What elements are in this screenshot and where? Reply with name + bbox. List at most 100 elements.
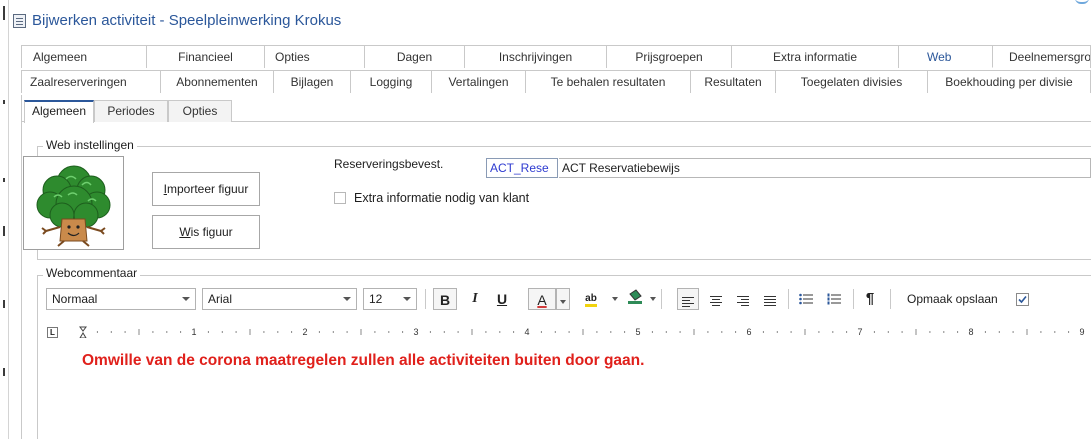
align-left-button[interactable] <box>677 288 699 310</box>
ruler-tick <box>471 329 473 335</box>
ruler-tick <box>138 329 140 335</box>
show-paragraph-marks-button[interactable]: ¶ <box>860 288 880 310</box>
background-color-button[interactable] <box>625 288 647 310</box>
tab-te-behalen-resultaten[interactable]: Te behalen resultaten <box>526 70 691 93</box>
ruler-tick <box>762 331 764 333</box>
ruler-tick <box>790 331 792 333</box>
align-right-button[interactable] <box>732 288 754 310</box>
save-format-label: Opmaak opslaan <box>907 292 998 306</box>
ruler-tick <box>235 331 237 333</box>
tab-extra-informatie[interactable]: Extra informatie <box>732 45 899 68</box>
tab-financieel[interactable]: Financieel <box>147 45 265 68</box>
italic-button[interactable]: I <box>467 288 483 310</box>
tab-inschrijvingen[interactable]: Inschrijvingen <box>465 45 607 68</box>
ruler-tick <box>873 331 875 333</box>
ruler-tick <box>513 331 515 333</box>
extra-info-label: Extra informatie nodig van klant <box>354 191 530 205</box>
ruler-track: 1 2 3 4 5 6 7 8 9 <box>79 326 1085 338</box>
ruler-tick <box>221 331 223 333</box>
tab-algemeen[interactable]: Algemeen <box>21 45 147 68</box>
edge-mark <box>3 368 5 376</box>
web-comment-editor[interactable]: Omwille van de corona maatregelen zullen… <box>42 340 1091 439</box>
bullet-list-button[interactable] <box>795 288 817 310</box>
tab-zaalreserveringen[interactable]: Zaalreserveringen <box>21 70 161 93</box>
ruler-tick <box>846 331 848 333</box>
tab-dagen[interactable]: Dagen <box>365 45 465 68</box>
edge-mark <box>3 300 5 308</box>
tab-prijsgroepen[interactable]: Prijsgroepen <box>607 45 732 68</box>
ruler-tick <box>346 331 348 333</box>
bold-button[interactable]: B <box>433 288 457 310</box>
reservation-code-field[interactable]: ACT_Rese <box>486 158 558 178</box>
font-size-select[interactable]: 12 <box>363 288 417 310</box>
edge-mark <box>3 178 5 182</box>
checkmark-icon <box>1018 295 1027 304</box>
subtab-periodes[interactable]: Periodes <box>94 100 168 122</box>
bullet-list-icon <box>799 293 813 305</box>
font-color-dropdown[interactable] <box>556 288 570 310</box>
underline-button[interactable]: U <box>493 288 511 310</box>
ruler-tick <box>166 331 168 333</box>
font-color-button[interactable]: A <box>528 288 556 310</box>
extra-info-checkbox[interactable] <box>334 192 346 204</box>
chevron-down-icon <box>403 297 411 301</box>
ruler-tick <box>277 331 279 333</box>
tab-opties[interactable]: Opties <box>265 45 365 68</box>
tab-row-secondary: Zaalreserveringen Abonnementen Bijlagen … <box>21 70 1091 93</box>
chevron-down-icon <box>182 297 190 301</box>
toolbar-separator <box>661 289 662 309</box>
ruler-tick <box>402 331 404 333</box>
tab-web[interactable]: Web <box>899 45 993 68</box>
tab-toegelaten-divisies[interactable]: Toegelaten divisies <box>776 70 928 93</box>
edge-mark <box>3 100 5 104</box>
numbered-list-button[interactable] <box>823 288 845 310</box>
subtab-algemeen[interactable]: Algemeen <box>24 100 94 123</box>
tab-logging[interactable]: Logging <box>351 70 432 93</box>
ruler-tick <box>957 331 959 333</box>
ruler-tick <box>943 331 945 333</box>
ruler-tick <box>832 331 834 333</box>
ruler-tick <box>929 331 931 333</box>
chevron-down-icon[interactable] <box>650 297 656 301</box>
paragraph-style-select[interactable]: Normaal <box>46 288 196 310</box>
ruler-tick <box>207 331 209 333</box>
ruler-tick <box>596 331 598 333</box>
tab-boekhouding-per-divisie[interactable]: Boekhouding per divisie <box>928 70 1091 93</box>
chevron-down-icon[interactable] <box>612 297 618 301</box>
ruler-tick <box>887 331 889 333</box>
import-image-button[interactable]: Importeer figuur <box>152 172 260 206</box>
ruler-tick <box>485 331 487 333</box>
web-comment-title: Webcommentaar <box>43 266 141 280</box>
ruler-tick <box>1054 331 1056 333</box>
tree-mascot-icon <box>36 165 111 247</box>
numbered-list-icon <box>827 293 841 305</box>
ruler-tick <box>568 331 570 333</box>
save-format-checkbox[interactable] <box>1016 293 1029 306</box>
activity-image[interactable] <box>23 156 124 250</box>
highlight-button[interactable]: ab <box>579 288 603 310</box>
tab-stop-selector[interactable]: L <box>47 327 58 338</box>
tab-deelnemersgroepen[interactable]: Deelnemersgroe <box>993 45 1091 68</box>
align-center-button[interactable] <box>705 288 727 310</box>
align-justify-button[interactable] <box>759 288 781 310</box>
ruler-tick <box>540 331 542 333</box>
tab-bijlagen[interactable]: Bijlagen <box>274 70 351 93</box>
ruler-number: 7 <box>857 327 862 337</box>
font-family-select[interactable]: Arial <box>202 288 357 310</box>
subtab-opties[interactable]: Opties <box>168 100 232 122</box>
reservation-description-field[interactable]: ACT Reservatiebewijs <box>559 158 1091 178</box>
ruler-number: 9 <box>1079 327 1084 337</box>
paint-bucket-icon <box>628 289 642 304</box>
ruler-tick <box>610 331 612 333</box>
rich-text-toolbar: Normaal Arial 12 B I U A ab ¶ Opmaak ops… <box>43 286 1091 312</box>
tab-vertalingen[interactable]: Vertalingen <box>432 70 526 93</box>
ruler-tick <box>582 329 584 335</box>
ruler-tick <box>457 331 459 333</box>
clear-image-button[interactable]: Wis figuur <box>152 215 260 249</box>
ruler-tick <box>318 331 320 333</box>
tab-resultaten[interactable]: Resultaten <box>691 70 776 93</box>
ruler-number: 4 <box>524 327 529 337</box>
web-comment-text[interactable]: Omwille van de corona maatregelen zullen… <box>82 352 644 370</box>
tab-abonnementen[interactable]: Abonnementen <box>161 70 274 93</box>
ruler-tick <box>735 331 737 333</box>
